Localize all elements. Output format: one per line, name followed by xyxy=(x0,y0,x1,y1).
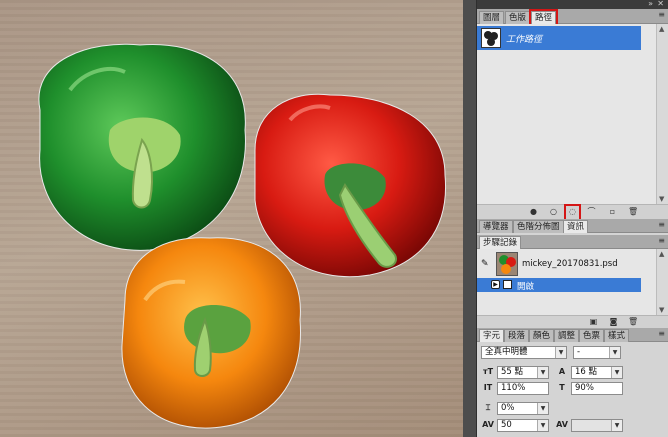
work-path-row[interactable]: 工作路徑 xyxy=(477,26,641,50)
document-canvas[interactable] xyxy=(0,0,463,437)
double-chevron-right-icon[interactable]: » xyxy=(648,0,653,8)
tab-color[interactable]: 顏色 xyxy=(529,329,555,342)
info-panel-tabbar: 導覽器 色階分佈圖 資訊 ≡ xyxy=(477,219,668,233)
path-thumbnail xyxy=(481,28,501,48)
baseline-shift-icon: ⌶ xyxy=(485,403,491,412)
scroll-up-icon[interactable]: ▲ xyxy=(659,250,664,258)
new-document-from-state-icon[interactable]: ▣ xyxy=(589,318,598,327)
leading-field[interactable]: 16 點 ▼ xyxy=(571,366,623,379)
tab-styles[interactable]: 樣式 xyxy=(604,329,630,342)
history-brush-icon[interactable]: ✎ xyxy=(481,259,489,269)
delete-state-icon[interactable]: 🗑 xyxy=(628,318,638,327)
snapshot-name: mickey_20170831.psd xyxy=(522,259,618,269)
peppers-thumbnail-icon xyxy=(499,255,516,274)
font-family-select[interactable]: 全真中明體 ▼ xyxy=(481,346,567,359)
kerning-icon: AV xyxy=(556,420,568,429)
scroll-down-icon[interactable]: ▼ xyxy=(659,306,664,314)
stroke-path-icon[interactable]: ○ xyxy=(549,208,558,217)
chevron-down-icon[interactable]: ▼ xyxy=(537,420,548,431)
photoshop-window: » ✕ 圖層 色版 路徑 ≡ 工作路徑 ▲ ▼ ● ○ ◌ ⌒ ▫ 🗑 導覽器 … xyxy=(0,0,668,437)
tab-swatches[interactable]: 色票 xyxy=(579,329,605,342)
tab-character[interactable]: 字元 xyxy=(479,329,505,342)
font-size-field[interactable]: 55 點 ▼ xyxy=(497,366,549,379)
chevron-down-icon[interactable]: ▼ xyxy=(555,347,566,358)
panel-menu-icon[interactable]: ≡ xyxy=(658,236,665,245)
fill-path-icon[interactable]: ● xyxy=(529,208,538,217)
tracking-icon: AV xyxy=(482,420,494,429)
horizontal-scale-value: 90% xyxy=(575,383,594,393)
paths-scrollbar[interactable]: ▲ ▼ xyxy=(656,24,668,204)
new-path-icon[interactable]: ▫ xyxy=(608,208,617,217)
tab-layers[interactable]: 圖層 xyxy=(479,11,505,24)
tab-history[interactable]: 步驟記錄 xyxy=(479,236,522,249)
canvas-scrollbar-gutter xyxy=(463,0,476,437)
kerning-field[interactable]: ▼ xyxy=(571,419,623,432)
history-step[interactable]: ▶ 開啟 xyxy=(477,278,641,292)
three-peppers-path-icon xyxy=(484,31,498,46)
chevron-down-icon[interactable]: ▼ xyxy=(537,403,548,414)
load-path-as-selection-icon[interactable]: ◌ xyxy=(564,204,581,221)
panel-menu-icon[interactable]: ≡ xyxy=(658,220,665,229)
tab-navigator[interactable]: 導覽器 xyxy=(479,220,513,233)
close-icon[interactable]: ✕ xyxy=(657,0,664,8)
paths-toolbar: ● ○ ◌ ⌒ ▫ 🗑 xyxy=(477,204,668,221)
tab-adjustments[interactable]: 調整 xyxy=(554,329,580,342)
baseline-shift-field[interactable]: 0% ▼ xyxy=(497,402,549,415)
scroll-up-icon[interactable]: ▲ xyxy=(659,25,664,33)
baseline-shift-value: 0% xyxy=(501,403,515,413)
history-step-label: 開啟 xyxy=(517,282,535,292)
chevron-down-icon[interactable]: ▼ xyxy=(611,420,622,431)
history-scrollbar[interactable]: ▲ ▼ xyxy=(656,249,668,315)
font-size-icon: ᴛT xyxy=(482,367,494,376)
vertical-scale-field[interactable]: 110% xyxy=(497,382,549,395)
paths-panel-tabbar: 圖層 色版 路徑 ≡ xyxy=(477,9,668,26)
font-size-value: 55 點 xyxy=(501,367,524,377)
history-toolbar: ▣ ◙ 🗑 xyxy=(477,315,668,328)
history-panel-tabbar: 步驟記錄 ≡ xyxy=(477,235,668,249)
delete-path-icon[interactable]: 🗑 xyxy=(628,208,638,217)
history-list: ✎ mickey_20170831.psd ▶ 開啟 xyxy=(477,249,668,315)
dock-header: » ✕ xyxy=(477,0,668,9)
leading-value: 16 點 xyxy=(575,367,598,377)
character-panel-tabbar: 字元 段落 顏色 調整 色票 樣式 ≡ xyxy=(477,328,668,342)
chevron-down-icon[interactable]: ▼ xyxy=(609,347,620,358)
tab-paths[interactable]: 路徑 xyxy=(528,9,559,26)
history-state-arrow-icon: ▶ xyxy=(491,280,500,289)
chevron-down-icon[interactable]: ▼ xyxy=(537,367,548,378)
create-snapshot-icon[interactable]: ◙ xyxy=(609,318,618,327)
font-style-value: - xyxy=(577,347,581,357)
tab-info[interactable]: 資訊 xyxy=(563,220,589,233)
character-panel: 全真中明體 ▼ - ▼ ᴛT 55 點 ▼ A 16 點 ▼ IT 110% T xyxy=(477,342,668,437)
horizontal-scale-field[interactable]: 90% xyxy=(571,382,623,395)
tab-paragraph[interactable]: 段落 xyxy=(504,329,530,342)
document-icon xyxy=(503,280,512,289)
panel-dock: » ✕ 圖層 色版 路徑 ≡ 工作路徑 ▲ ▼ ● ○ ◌ ⌒ ▫ 🗑 導覽器 … xyxy=(476,0,668,437)
tab-channels[interactable]: 色版 xyxy=(505,11,531,24)
vertical-scale-value: 110% xyxy=(501,383,526,393)
tracking-value: 50 xyxy=(501,420,512,430)
panel-menu-icon[interactable]: ≡ xyxy=(658,10,665,19)
font-family-value: 全真中明體 xyxy=(485,347,528,357)
leading-icon: A xyxy=(558,367,566,376)
history-snapshot[interactable]: ✎ mickey_20170831.psd xyxy=(477,251,641,277)
tab-histogram[interactable]: 色階分佈圖 xyxy=(513,220,564,233)
vertical-scale-icon: IT xyxy=(483,383,493,392)
horizontal-scale-icon: T xyxy=(559,383,565,392)
chevron-down-icon[interactable]: ▼ xyxy=(611,367,622,378)
panel-menu-icon[interactable]: ≡ xyxy=(658,329,665,338)
work-path-label: 工作路徑 xyxy=(506,35,543,45)
paths-list: 工作路徑 xyxy=(477,24,668,204)
tracking-field[interactable]: 50 ▼ xyxy=(497,419,549,432)
scroll-down-icon[interactable]: ▼ xyxy=(659,195,664,203)
make-work-path-icon[interactable]: ⌒ xyxy=(587,208,596,217)
snapshot-thumbnail xyxy=(496,252,518,276)
font-style-select[interactable]: - ▼ xyxy=(573,346,621,359)
peppers-photo xyxy=(38,43,447,429)
